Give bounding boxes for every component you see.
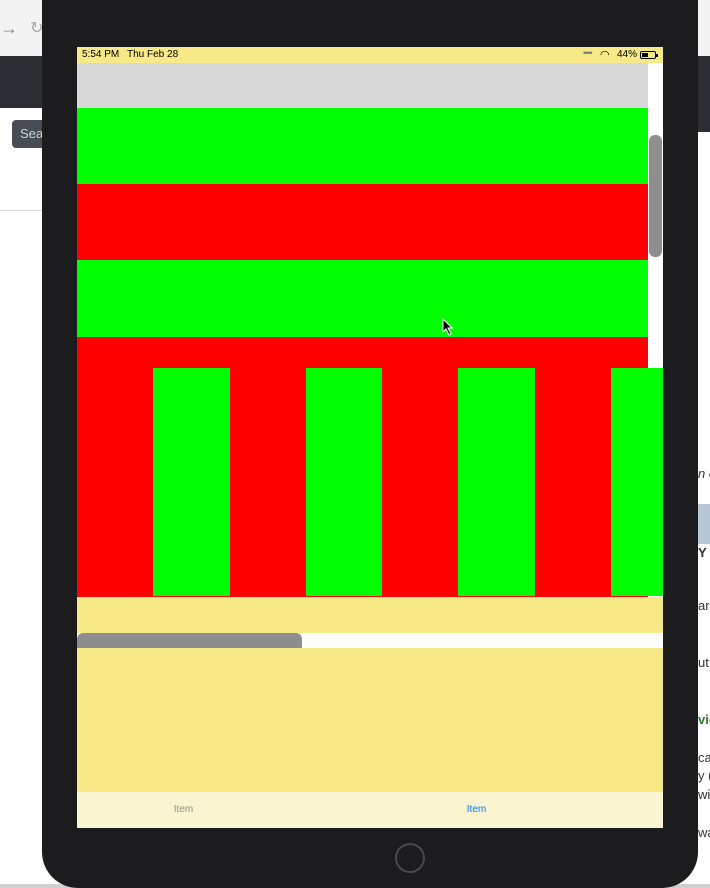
page-image-fragment: [696, 504, 710, 544]
scroll-row: [77, 184, 648, 260]
page-link-fragment[interactable]: vie: [698, 712, 710, 727]
page-text-fragment: ca: [698, 750, 710, 765]
scroll-column: [458, 368, 535, 596]
page-text-fragment: wi: [698, 787, 710, 802]
status-date: Thu Feb 28: [127, 49, 179, 60]
page-text-fragment: wa: [698, 825, 710, 840]
scroll-column: [535, 368, 612, 596]
vertical-scrollbar-thumb[interactable]: [649, 135, 662, 257]
home-button[interactable]: [395, 843, 425, 873]
content-area: [77, 648, 663, 791]
page-text-fragment: Y: [698, 545, 707, 560]
scroll-column: [611, 368, 663, 596]
status-bar: 5:54 PM Thu Feb 28 •••• ◠ 44%: [77, 47, 663, 63]
horizontal-scrollbar-thumb[interactable]: [77, 633, 302, 648]
tab-bar: Item Item: [77, 791, 663, 828]
tab-item-first[interactable]: Item: [77, 792, 370, 828]
app-screen: 5:54 PM Thu Feb 28 •••• ◠ 44% Item Item: [77, 47, 663, 828]
wifi-icon: ◠: [600, 49, 610, 61]
battery-percentage: 44%: [617, 49, 638, 60]
scroll-column: [306, 368, 383, 596]
scroll-row: [77, 63, 648, 108]
scroll-column: [77, 368, 154, 596]
page-text-fragment: y (: [698, 768, 710, 783]
scroll-row: [77, 260, 648, 337]
horizontal-scroll-view[interactable]: [77, 368, 663, 596]
battery-icon: [640, 51, 658, 59]
forward-arrow-icon[interactable]: →: [0, 18, 18, 39]
scroll-column: [230, 368, 307, 596]
cellular-signal-icon: ••••: [583, 48, 593, 58]
mouse-pointer-icon: [442, 318, 454, 336]
scroll-column: [382, 368, 459, 596]
tab-item-second[interactable]: Item: [370, 792, 663, 828]
page-text-fragment: ar: [698, 598, 710, 613]
scroll-column: [153, 368, 230, 596]
page-text-fragment: ut: [698, 655, 709, 670]
scroll-row: [77, 108, 648, 184]
page-text-fragment: n c: [698, 466, 710, 481]
status-time: 5:54 PM: [82, 49, 120, 60]
